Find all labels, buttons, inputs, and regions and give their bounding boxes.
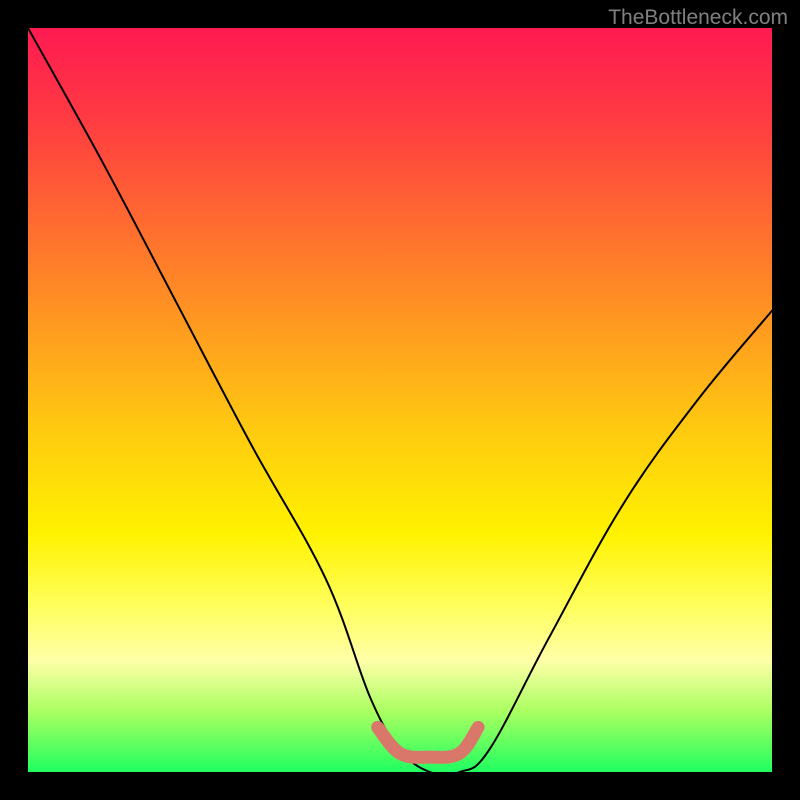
chart-svg bbox=[28, 28, 772, 772]
chart-plot-area bbox=[28, 28, 772, 772]
watermark-text: TheBottleneck.com bbox=[608, 6, 788, 30]
bottleneck-curve-path bbox=[28, 28, 772, 772]
optimal-range-path bbox=[378, 727, 478, 757]
